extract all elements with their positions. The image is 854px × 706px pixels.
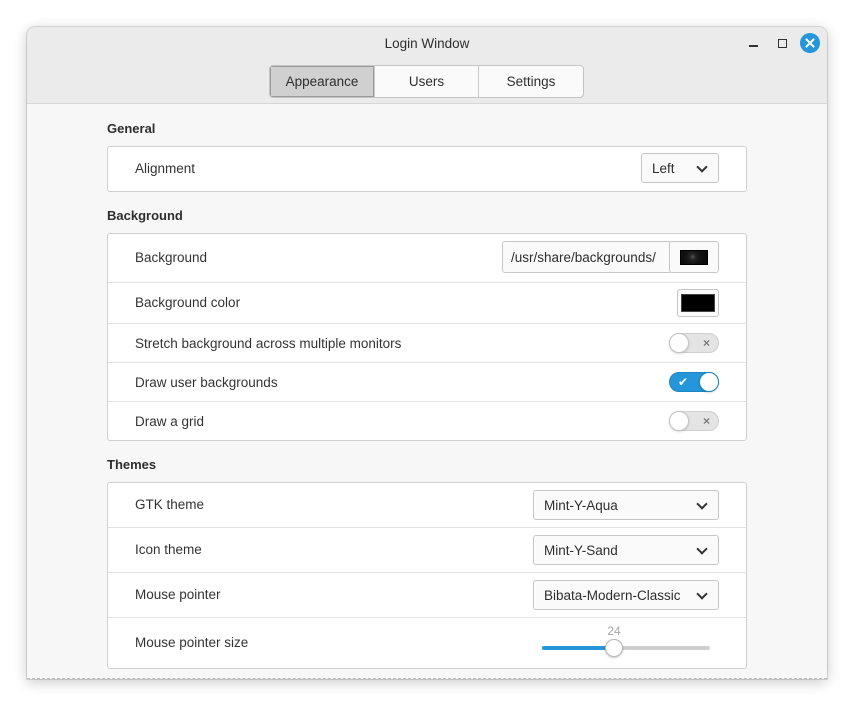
general-box: Alignment Left	[107, 146, 747, 192]
slider-fill	[542, 646, 614, 650]
gtk-theme-value: Mint-Y-Aqua	[544, 497, 618, 513]
mouse-pointer-dropdown[interactable]: Bibata-Modern-Classic	[533, 580, 719, 610]
close-icon	[805, 38, 815, 48]
chevron-down-icon	[696, 543, 708, 555]
draw-grid-switch[interactable]: ×	[669, 411, 719, 431]
alignment-row: Alignment Left	[108, 147, 746, 191]
tab-switcher: Appearance Users Settings	[269, 65, 584, 98]
stretch-switch[interactable]: ×	[669, 333, 719, 353]
mouse-pointer-label: Mouse pointer	[135, 587, 221, 602]
background-color-button[interactable]	[677, 289, 719, 317]
gtk-theme-dropdown[interactable]: Mint-Y-Aqua	[533, 490, 719, 520]
background-file-row: Background /usr/share/backgrounds/	[108, 234, 746, 283]
draw-user-backgrounds-switch[interactable]: ✔	[669, 372, 719, 392]
draw-grid-label: Draw a grid	[135, 414, 205, 429]
switch-knob	[669, 333, 689, 353]
section-title-general: General	[107, 121, 156, 136]
tab-appearance[interactable]: Appearance	[270, 66, 375, 97]
header-bar: Login Window Appearance Users Settings	[27, 27, 827, 104]
background-file-button[interactable]	[669, 241, 719, 273]
close-button[interactable]	[800, 33, 820, 53]
icon-theme-row: Icon theme Mint-Y-Sand	[108, 528, 746, 573]
draw-grid-row: Draw a grid ×	[108, 402, 746, 440]
mouse-pointer-size-row: Mouse pointer size 24	[108, 618, 746, 668]
icon-theme-dropdown[interactable]: Mint-Y-Sand	[533, 535, 719, 565]
maximize-icon	[777, 38, 787, 48]
themes-box: GTK theme Mint-Y-Aqua Icon theme Mint-Y-…	[107, 482, 747, 669]
slider-value: 24	[607, 624, 621, 638]
stretch-row: Stretch background across multiple monit…	[108, 324, 746, 363]
minimize-icon	[748, 45, 758, 47]
background-color-row: Background color	[108, 283, 746, 324]
color-swatch	[681, 294, 715, 312]
alignment-label: Alignment	[135, 161, 196, 176]
mouse-pointer-value: Bibata-Modern-Classic	[544, 587, 681, 603]
background-box: Background /usr/share/backgrounds/ Backg…	[107, 233, 747, 441]
background-color-label: Background color	[135, 295, 241, 310]
window-title: Login Window	[384, 36, 470, 51]
section-title-background: Background	[107, 208, 183, 223]
background-label: Background	[135, 250, 208, 265]
minimize-button[interactable]	[743, 33, 763, 53]
section-title-themes: Themes	[107, 457, 157, 472]
background-thumbnail	[680, 249, 708, 265]
slider-handle[interactable]	[605, 639, 623, 657]
mouse-pointer-size-label: Mouse pointer size	[135, 635, 249, 650]
background-path-input[interactable]: /usr/share/backgrounds/	[502, 241, 672, 273]
gtk-theme-label: GTK theme	[135, 497, 205, 512]
chevron-down-icon	[696, 161, 708, 173]
switch-knob	[699, 372, 719, 392]
draw-user-backgrounds-label: Draw user backgrounds	[135, 375, 278, 390]
tab-users[interactable]: Users	[375, 66, 479, 97]
tab-settings[interactable]: Settings	[479, 66, 583, 97]
stretch-label: Stretch background across multiple monit…	[135, 336, 402, 351]
switch-off-icon: ×	[702, 336, 710, 350]
draw-user-backgrounds-row: Draw user backgrounds ✔	[108, 363, 746, 402]
switch-off-icon: ×	[702, 414, 710, 428]
gtk-theme-row: GTK theme Mint-Y-Aqua	[108, 483, 746, 528]
alignment-value: Left	[652, 160, 675, 176]
login-window: Login Window Appearance Users Settings G…	[27, 27, 827, 679]
chevron-down-icon	[696, 588, 708, 600]
icon-theme-label: Icon theme	[135, 542, 202, 557]
icon-theme-value: Mint-Y-Sand	[544, 542, 618, 558]
checkmark-icon: ✔	[678, 375, 689, 389]
switch-knob	[669, 411, 689, 431]
alignment-dropdown[interactable]: Left	[641, 153, 719, 183]
pointer-size-slider[interactable]	[542, 639, 710, 657]
maximize-button[interactable]	[772, 33, 792, 53]
chevron-down-icon	[696, 498, 708, 510]
mouse-pointer-row: Mouse pointer Bibata-Modern-Classic	[108, 573, 746, 618]
